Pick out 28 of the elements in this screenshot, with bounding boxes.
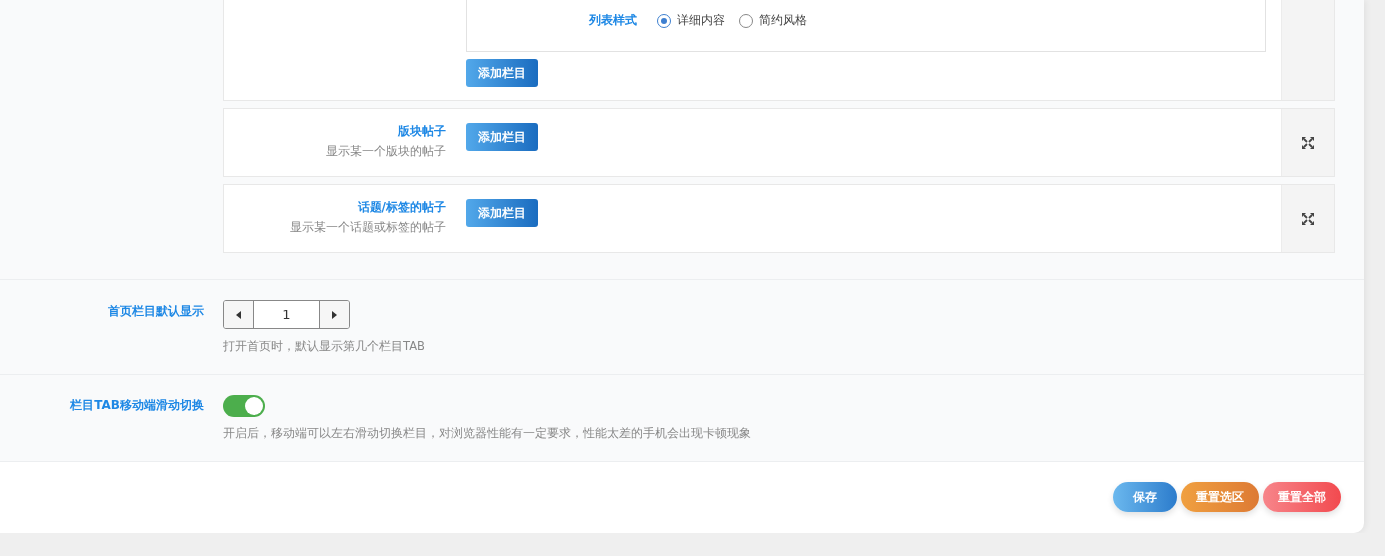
reset-button[interactable]: 重置全部: [1263, 482, 1341, 512]
radio-label[interactable]: 简约风格: [759, 12, 807, 29]
column-type-description: 显示某一个版块的帖子: [326, 144, 446, 160]
decrement-button[interactable]: [224, 301, 253, 328]
radio-button[interactable]: [657, 13, 671, 28]
column-type-title: 话题/标签的帖子: [357, 199, 446, 217]
column-type-description: 显示某一个话题或标签的帖子: [290, 220, 446, 236]
save-button[interactable]: 保存: [1113, 482, 1177, 512]
setting-label: 栏目TAB移动端滑动切换: [69, 397, 205, 414]
field-label: 列表样式: [588, 12, 637, 29]
radio-button[interactable]: [739, 13, 753, 28]
expand-icon[interactable]: [1302, 212, 1314, 225]
radio-label[interactable]: 详细内容: [677, 12, 725, 29]
setting-hint: 打开首页时，默认显示第几个栏目TAB: [223, 339, 425, 354]
toggle-switch[interactable]: [223, 395, 265, 417]
add-column-button[interactable]: 添加栏目: [466, 123, 538, 152]
left-triangle-icon: [236, 310, 241, 319]
right-triangle-icon: [332, 310, 337, 319]
reset-button[interactable]: 重置选区: [1181, 482, 1259, 512]
number-stepper[interactable]: 1: [223, 300, 350, 329]
number-field[interactable]: 1: [253, 301, 320, 328]
column-type-title: 版块帖子: [398, 123, 446, 141]
add-column-button[interactable]: 添加栏目: [466, 59, 538, 87]
increment-button[interactable]: [320, 301, 349, 328]
setting-hint: 开启后，移动端可以左右滑动切换栏目，对浏览器性能有一定要求，性能太差的手机会出现卡顿现象: [223, 426, 751, 441]
setting-label: 首页栏目默认显示: [107, 303, 205, 320]
add-column-button[interactable]: 添加栏目: [466, 199, 538, 228]
expand-icon[interactable]: [1302, 136, 1314, 149]
